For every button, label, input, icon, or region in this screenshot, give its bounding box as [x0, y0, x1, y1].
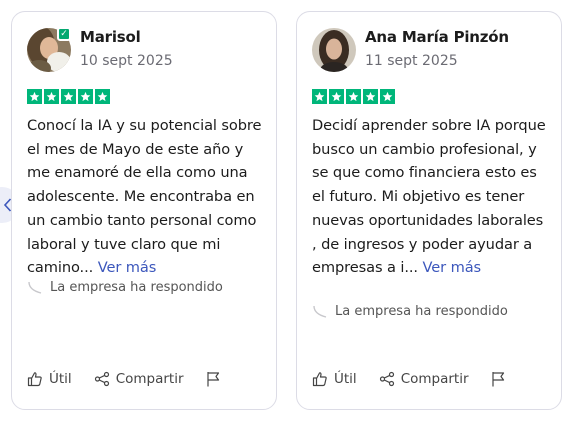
reply-label: La empresa ha respondido — [335, 304, 508, 319]
share-label: Compartir — [400, 371, 469, 387]
review-actions: Útil Compartir — [312, 371, 528, 387]
star-icon — [95, 89, 110, 104]
review-actions: Útil Compartir — [27, 371, 243, 387]
useful-button[interactable]: Útil — [27, 371, 72, 387]
share-icon — [94, 371, 109, 387]
review-text: Decidí aprender sobre IA porque busco un… — [312, 114, 548, 280]
useful-button[interactable]: Útil — [312, 371, 357, 387]
read-more-link[interactable]: Ver más — [98, 259, 157, 276]
share-button[interactable]: Compartir — [94, 371, 184, 387]
review-card: ✓ Marisol 10 sept 2025 Conocí la IA y su… — [11, 11, 277, 410]
share-label: Compartir — [115, 371, 184, 387]
star-icon — [27, 89, 42, 104]
flag-icon — [491, 372, 504, 387]
read-more-link[interactable]: Ver más — [423, 259, 482, 276]
flag-icon — [206, 372, 219, 387]
star-icon — [380, 89, 395, 104]
review-text-content: Conocí la IA y su potencial sobre el mes… — [27, 117, 262, 277]
company-reply-indicator[interactable]: La empresa ha respondido — [27, 280, 223, 295]
star-icon — [346, 89, 361, 104]
reviewer-name: Ana María Pinzón — [365, 28, 509, 46]
share-button[interactable]: Compartir — [379, 371, 469, 387]
avatar — [312, 28, 356, 72]
star-rating — [27, 89, 110, 104]
reply-arrow-icon — [313, 305, 327, 318]
report-button[interactable] — [491, 371, 506, 387]
thumbs-up-icon — [312, 372, 327, 387]
review-text-content: Decidí aprender sobre IA porque busco un… — [312, 117, 546, 277]
verified-check-icon: ✓ — [57, 27, 71, 41]
review-card: Ana María Pinzón 11 sept 2025 Decidí apr… — [296, 11, 562, 410]
star-icon — [312, 89, 327, 104]
useful-label: Útil — [334, 371, 357, 387]
reply-arrow-icon — [28, 281, 42, 294]
company-reply-indicator[interactable]: La empresa ha respondido — [312, 304, 508, 319]
report-button[interactable] — [206, 371, 221, 387]
thumbs-up-icon — [27, 372, 42, 387]
useful-label: Útil — [49, 371, 72, 387]
star-icon — [61, 89, 76, 104]
star-rating — [312, 89, 395, 104]
share-icon — [379, 371, 394, 387]
reviewer-name: Marisol — [80, 28, 141, 46]
review-text: Conocí la IA y su potencial sobre el mes… — [27, 114, 263, 280]
star-icon — [78, 89, 93, 104]
review-date: 10 sept 2025 — [80, 53, 173, 69]
star-icon — [363, 89, 378, 104]
reply-label: La empresa ha respondido — [50, 280, 223, 295]
star-icon — [44, 89, 59, 104]
review-date: 11 sept 2025 — [365, 53, 458, 69]
star-icon — [329, 89, 344, 104]
